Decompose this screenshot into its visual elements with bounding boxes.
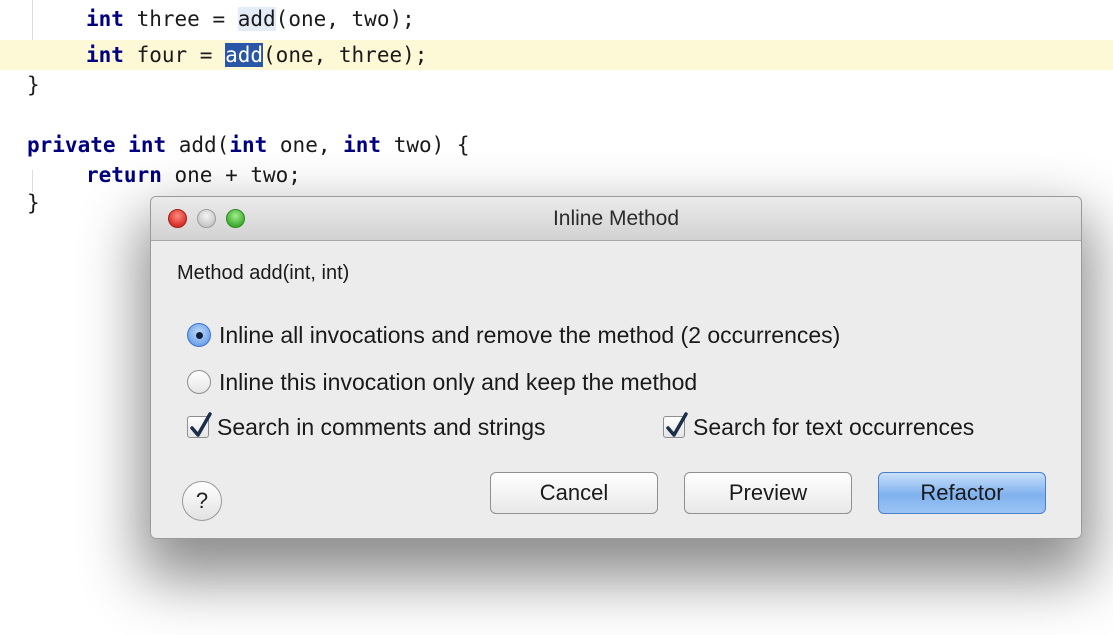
code-text: one + two; [161, 163, 301, 187]
checkbox-search-text[interactable]: Search for text occurrences [663, 412, 974, 442]
radio-unselected-icon[interactable] [187, 370, 211, 394]
option-inline-all[interactable]: Inline all invocations and remove the me… [187, 320, 840, 350]
keyword: int [86, 43, 124, 67]
keyword: int [343, 133, 382, 157]
closing-brace: } [27, 73, 40, 97]
keyword: return [86, 163, 162, 187]
code-text: two) { [381, 133, 470, 157]
checkbox-checked-icon[interactable] [187, 412, 212, 438]
cancel-button[interactable]: Cancel [490, 472, 658, 514]
radio-selected-icon[interactable] [187, 323, 211, 347]
code-text: (one, three); [263, 43, 428, 67]
refactor-button[interactable]: Refactor [878, 472, 1046, 514]
selected-method-call-add[interactable]: add [225, 43, 264, 67]
checkbox-search-comments[interactable]: Search in comments and strings [187, 412, 546, 442]
closing-brace: } [27, 191, 40, 215]
code-line-1[interactable]: int three = add(one, two); [0, 4, 1113, 34]
keyword: int [128, 133, 167, 157]
search-text-label[interactable]: Search for text occurrences [693, 414, 974, 441]
method-call-add[interactable]: add [237, 7, 276, 31]
code-line-3[interactable]: } [0, 70, 1113, 100]
dialog-title: Inline Method [552, 207, 680, 230]
option-inline-this-label[interactable]: Inline this invocation only and keep the… [219, 369, 697, 396]
keyword: private [27, 133, 116, 157]
inline-method-dialog: Inline Method Method add(int, int) Inlin… [150, 196, 1082, 539]
help-button[interactable]: ? [182, 481, 222, 521]
checkmark-icon [666, 412, 688, 437]
search-comments-label[interactable]: Search in comments and strings [217, 414, 546, 441]
keyword: int [86, 7, 124, 31]
checkbox-checked-icon[interactable] [663, 412, 688, 438]
code-text: three = [123, 7, 238, 31]
checkmark-icon [190, 412, 212, 437]
dialog-titlebar[interactable]: Inline Method [151, 197, 1081, 241]
preview-button[interactable]: Preview [684, 472, 852, 514]
code-text: (one, two); [275, 7, 415, 31]
code-text: one, [267, 133, 344, 157]
method-signature-label: Method add(int, int) [177, 262, 350, 284]
method-declaration: add( [166, 133, 230, 157]
code-line-5[interactable]: return one + two; [0, 160, 1113, 190]
code-line-2-current[interactable]: int four = add(one, three); [0, 40, 1113, 70]
option-inline-all-label[interactable]: Inline all invocations and remove the me… [219, 322, 840, 349]
option-inline-this[interactable]: Inline this invocation only and keep the… [187, 367, 697, 397]
code-text: four = [123, 43, 226, 67]
code-line-4[interactable]: private int add(int one, int two) { [0, 130, 1113, 160]
keyword: int [229, 133, 268, 157]
